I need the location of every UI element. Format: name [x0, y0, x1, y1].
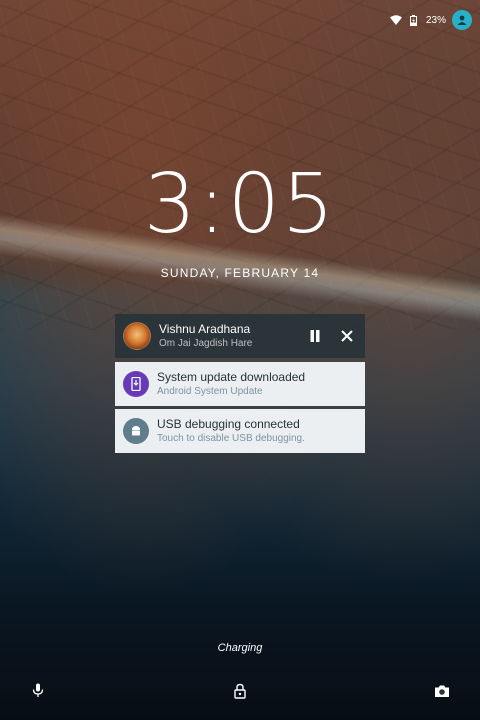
system-update-title: System update downloaded	[157, 370, 306, 384]
battery-percentage: 23%	[425, 14, 446, 26]
user-avatar-icon[interactable]	[452, 10, 472, 30]
usb-debugging-title: USB debugging connected	[157, 417, 300, 431]
camera-icon[interactable]	[433, 682, 451, 700]
media-notification[interactable]: Vishnu Aradhana Om Jai Jagdish Hare	[115, 314, 365, 358]
lock-icon[interactable]	[231, 682, 249, 700]
close-button[interactable]	[333, 322, 361, 350]
system-update-subtitle: Android System Update	[157, 386, 263, 397]
microphone-icon[interactable]	[29, 682, 47, 700]
pause-button[interactable]	[301, 322, 329, 350]
wifi-icon	[389, 14, 402, 26]
android-icon	[123, 418, 149, 444]
album-art	[123, 322, 151, 350]
status-bar: 23%	[0, 0, 480, 40]
status-icons: 23%	[389, 8, 472, 32]
charging-status: Charging	[217, 642, 263, 654]
usb-debugging-text: USB debugging connected Touch to disable…	[157, 417, 365, 445]
system-update-text: System update downloaded Android System …	[157, 370, 365, 398]
media-subtitle: Om Jai Jagdish Hare	[159, 338, 253, 349]
media-notification-text: Vishnu Aradhana Om Jai Jagdish Hare	[159, 322, 301, 350]
battery-icon	[408, 14, 420, 26]
lockscreen-date: SUNDAY, FEBRUARY 14	[160, 266, 320, 280]
system-update-notification[interactable]: System update downloaded Android System …	[115, 362, 365, 406]
system-update-icon	[123, 371, 149, 397]
media-title: Vishnu Aradhana	[159, 322, 251, 336]
usb-debugging-notification[interactable]: USB debugging connected Touch to disable…	[115, 409, 365, 453]
close-icon	[341, 330, 353, 342]
pause-icon	[310, 330, 320, 342]
usb-debugging-subtitle: Touch to disable USB debugging.	[157, 433, 305, 444]
lockscreen-clock: 3:05	[143, 157, 337, 252]
